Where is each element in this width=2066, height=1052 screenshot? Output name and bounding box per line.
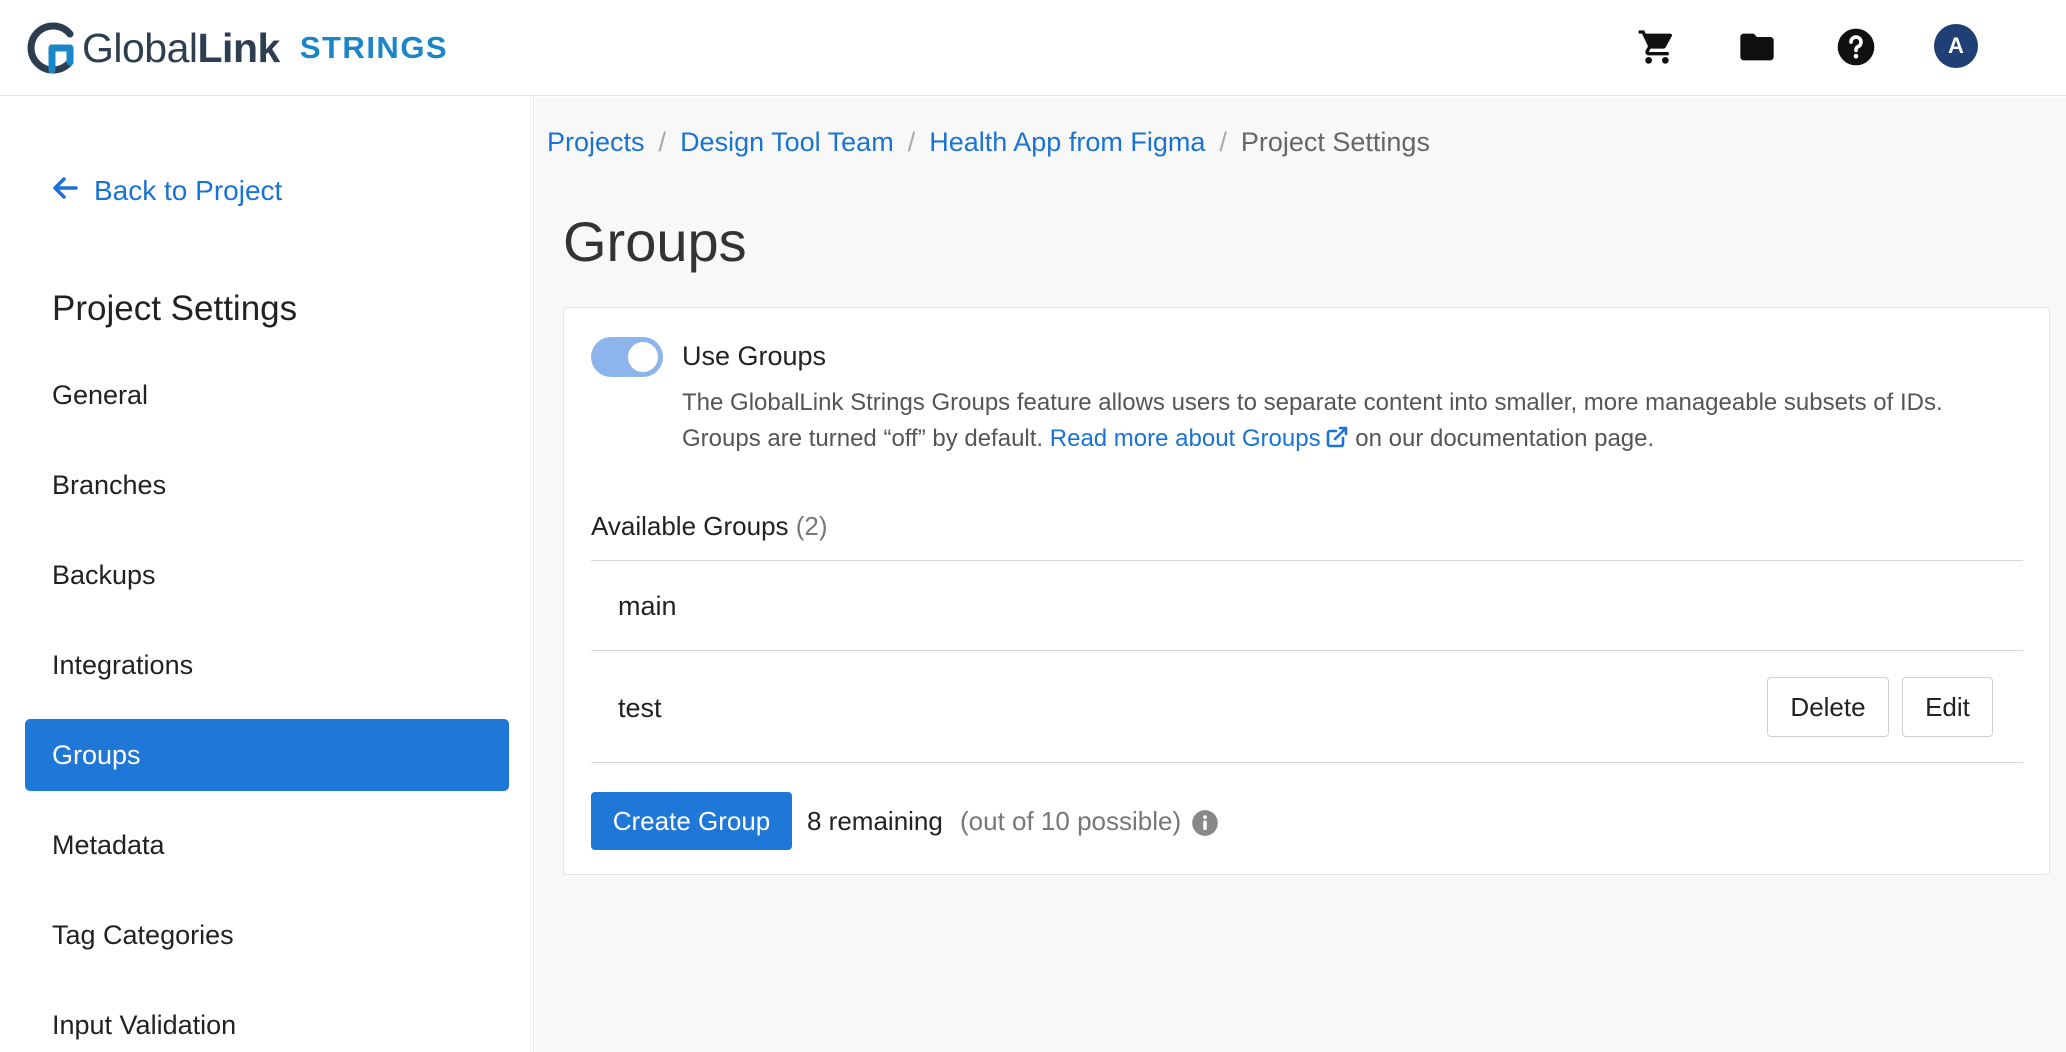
breadcrumb-separator: / <box>1219 127 1227 157</box>
info-icon[interactable] <box>1191 809 1219 837</box>
available-groups-heading: Available Groups (2) <box>591 511 828 542</box>
breadcrumb-team[interactable]: Design Tool Team <box>680 127 894 158</box>
breadcrumb-separator: / <box>907 127 916 157</box>
sidebar-title: Project Settings <box>52 289 298 328</box>
use-groups-label: Use Groups <box>682 341 827 371</box>
sidebar-item-metadata[interactable]: Metadata <box>25 809 509 881</box>
edit-group-button[interactable]: Edit <box>1902 677 1993 737</box>
description-text-end: on our documentation page. <box>1355 425 1655 452</box>
globallink-logo[interactable]: GlobalLink STRINGS <box>26 20 448 76</box>
sidebar-item-general[interactable]: General <box>25 359 509 431</box>
list-divider <box>591 762 2023 763</box>
create-group-button[interactable]: Create Group <box>591 792 792 850</box>
back-link-label: Back to Project <box>94 175 283 206</box>
arrow-left-icon <box>52 175 94 207</box>
groups-description: The GlobalLink Strings Groups feature al… <box>682 385 2022 460</box>
user-avatar[interactable]: A <box>1934 24 1978 68</box>
sidebar-item-integrations[interactable]: Integrations <box>25 629 509 701</box>
read-more-label: Read more about Groups <box>1049 425 1321 452</box>
group-row-test: test Delete Edit <box>591 650 2023 762</box>
toggle-knob <box>628 342 658 372</box>
folder-icon[interactable] <box>1734 24 1780 70</box>
logo-g-icon <box>26 22 74 74</box>
back-to-project-link[interactable]: Back to Project <box>52 175 282 207</box>
use-groups-toggle[interactable] <box>591 337 663 377</box>
breadcrumb: Projects / Design Tool Team / Health App… <box>547 127 1430 158</box>
breadcrumb-projects[interactable]: Projects <box>547 127 645 158</box>
sidebar-item-branches[interactable]: Branches <box>25 449 509 521</box>
sidebar-item-tag-categories[interactable]: Tag Categories <box>25 899 509 971</box>
available-groups-count: (2) <box>795 511 828 541</box>
groups-possible: (out of 10 possible) <box>960 806 1182 836</box>
group-row-main: main <box>591 560 2023 650</box>
group-name: test <box>618 693 662 723</box>
sidebar-item-groups[interactable]: Groups <box>25 719 509 791</box>
sidebar-item-input-validation[interactable]: Input Validation <box>25 989 509 1052</box>
help-icon[interactable] <box>1833 24 1879 70</box>
sidebar-item-backups[interactable]: Backups <box>25 539 509 611</box>
breadcrumb-project[interactable]: Health App from Figma <box>929 127 1205 158</box>
breadcrumb-separator: / <box>658 127 667 157</box>
groups-card: Use Groups The GlobalLink Strings Groups… <box>563 307 2050 875</box>
main-content: Projects / Design Tool Team / Health App… <box>535 97 2066 1052</box>
settings-sidebar: Back to Project Project Settings General… <box>0 97 534 1052</box>
breadcrumb-current: Project Settings <box>1240 127 1430 157</box>
page-title: Groups <box>563 210 747 273</box>
read-more-groups-link[interactable]: Read more about Groups <box>1050 425 1349 452</box>
cart-icon[interactable] <box>1634 24 1680 70</box>
external-link-icon <box>1325 424 1349 460</box>
logo-product-name: STRINGS <box>299 30 449 65</box>
groups-remaining: 8 remaining <box>807 806 943 836</box>
delete-group-button[interactable]: Delete <box>1767 677 1889 737</box>
app-header: GlobalLink STRINGS A <box>0 0 2066 96</box>
logo-wordmark: GlobalLink <box>82 24 280 71</box>
group-name: main <box>618 591 677 621</box>
available-groups-label: Available Groups <box>591 511 789 541</box>
